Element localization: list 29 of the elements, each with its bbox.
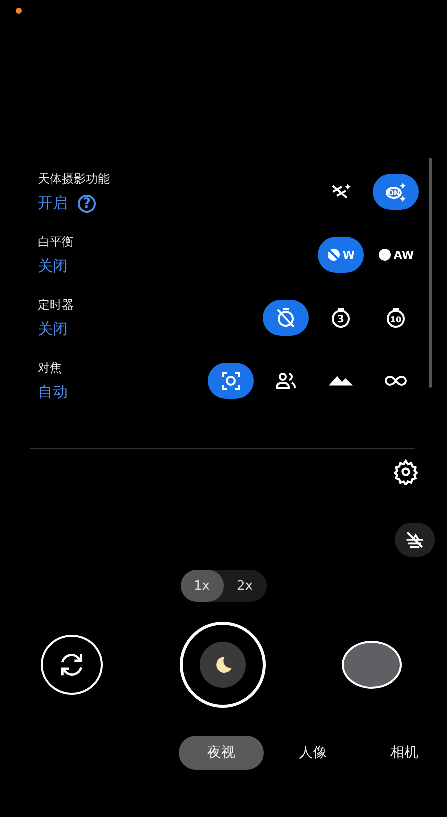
setting-value: 关闭 [38, 320, 68, 339]
option-button[interactable]: W [318, 237, 364, 273]
zoom-button[interactable]: 1x [180, 570, 224, 602]
setting-label: 定时器 [38, 297, 75, 314]
help-icon[interactable]: ? [78, 194, 96, 212]
option-button[interactable] [263, 300, 309, 336]
mode-tab[interactable]: 人像 [270, 736, 356, 770]
setting-value: 开启 [38, 194, 68, 213]
option-button[interactable]: 10 [373, 300, 419, 336]
switch-camera-button[interactable] [41, 635, 103, 695]
settings-icon[interactable] [393, 459, 419, 485]
focus-landscape-icon [329, 376, 353, 386]
shutter-button[interactable] [180, 622, 266, 708]
option-button[interactable]: 3 [318, 300, 364, 336]
setting-label: 对焦 [38, 360, 63, 377]
landscape-off-icon [404, 529, 426, 551]
option-button[interactable] [208, 363, 254, 399]
focus-auto-icon [219, 369, 243, 393]
crossed-circle-icon [326, 248, 341, 262]
setting-value: 自动 [38, 383, 68, 402]
circle-icon [378, 248, 392, 262]
setting-label: 天体摄影功能 [38, 171, 111, 188]
setting-value: 关闭 [38, 257, 68, 276]
landscape-off-button[interactable] [395, 523, 435, 557]
mode-tab[interactable]: 相机 [362, 736, 447, 770]
setting-label: 白平衡 [38, 234, 75, 251]
zoom-button[interactable]: 2x [224, 570, 266, 602]
option-button[interactable]: AW [373, 237, 419, 273]
mode-tab[interactable]: 夜视 [179, 736, 264, 770]
